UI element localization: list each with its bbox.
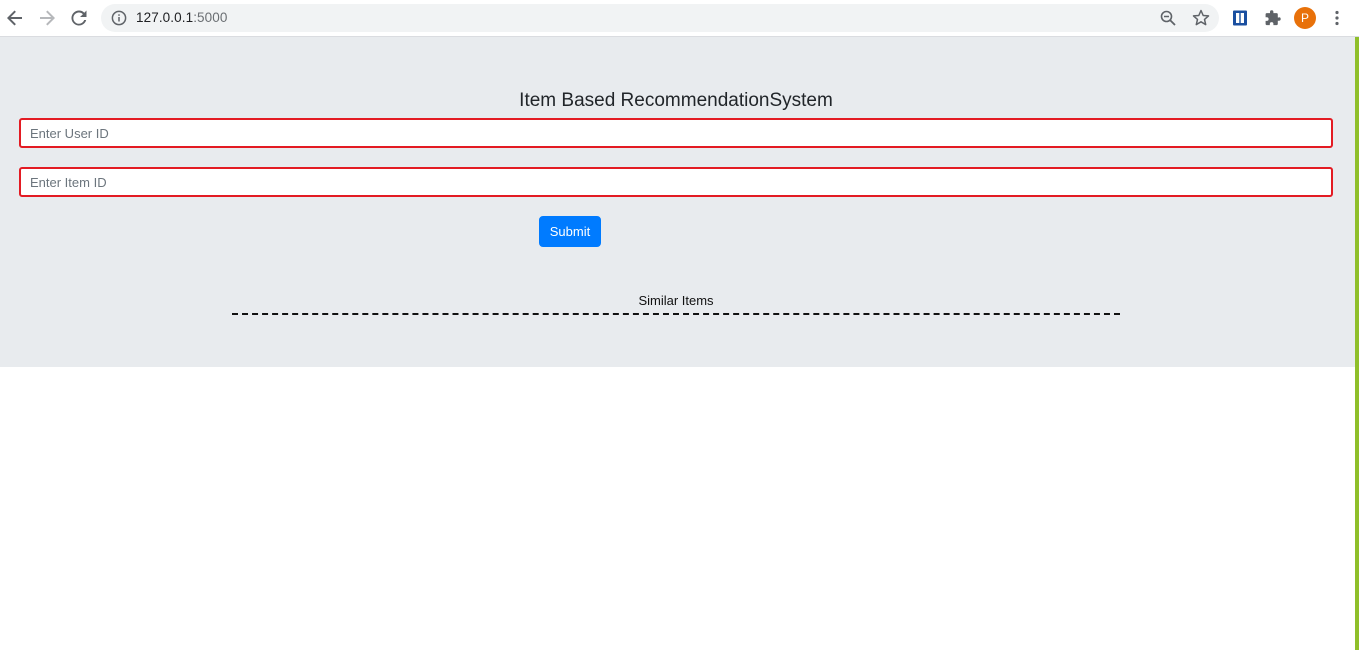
submit-button[interactable]: Submit [539,216,601,247]
page-title: Item Based RecommendationSystem [519,90,833,111]
arrow-right-icon [40,10,55,26]
window-edge [1355,37,1359,650]
form-panel: Item Based RecommendationSystem Submit S… [0,37,1355,367]
zoom-out-icon[interactable] [1159,9,1177,27]
reader-extension-button[interactable] [1228,6,1252,30]
similar-items-divider [232,313,1120,315]
url-port: :5000 [193,10,228,25]
url-host: 127.0.0.1 [136,10,194,25]
star-icon[interactable] [1191,8,1211,28]
url-text: 127.0.0.1:5000 [136,10,228,26]
info-icon[interactable] [111,10,127,26]
address-bar[interactable]: 127.0.0.1:5000 [101,4,1219,32]
reload-button[interactable] [67,6,91,30]
kebab-menu-icon [1335,10,1339,26]
similar-items-heading: Similar Items [638,293,714,308]
arrow-left-icon [7,10,22,26]
item-id-input[interactable] [19,167,1333,197]
browser-menu-button[interactable] [1325,6,1349,30]
user-id-input[interactable] [19,118,1333,148]
profile-avatar[interactable]: P [1294,7,1316,29]
browser-toolbar: 127.0.0.1:5000 P [0,0,1359,37]
extensions-button[interactable] [1261,6,1285,30]
back-button[interactable] [3,6,27,30]
puzzle-icon [1265,10,1281,26]
reload-icon [71,10,87,26]
book-icon [1233,10,1247,26]
forward-button[interactable] [35,6,59,30]
